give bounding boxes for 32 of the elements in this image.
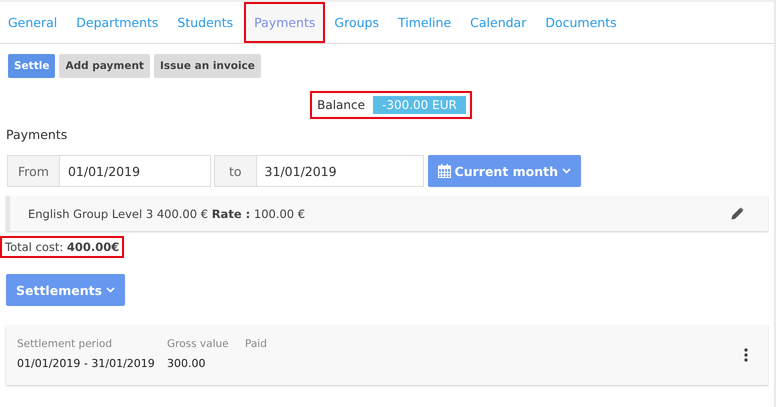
more-options-icon[interactable] [744, 348, 748, 362]
period-button[interactable]: Current month [428, 155, 582, 187]
to-date-field[interactable]: 31/01/2019 [256, 155, 424, 187]
chevron-icon [562, 168, 572, 174]
period-label: Settlement period [17, 338, 113, 350]
action-button[interactable]: Settle [8, 54, 56, 78]
chevron-icon [106, 287, 116, 293]
gross-value-label: Gross value [167, 338, 230, 350]
section-title: Payments [6, 127, 68, 142]
pencil-icon[interactable] [731, 207, 744, 220]
from-label: From [7, 155, 60, 187]
period-value: 01/01/2019 - 31/01/2019 [17, 357, 156, 370]
payment-item-text: English Group Level 3 400.00 € Rate : 100.00 € [28, 206, 306, 220]
tab[interactable]: Groups [326, 2, 389, 43]
tab[interactable]: Calendar [462, 2, 536, 43]
balance-value: -300.00 EUR [373, 96, 466, 114]
settlements-dropdown-button[interactable]: Settlements [6, 274, 126, 306]
tab[interactable]: Payments [244, 2, 326, 43]
balance-label: Balance [317, 98, 365, 112]
action-button[interactable]: Issue an invoice [154, 54, 261, 78]
to-label: to [214, 155, 257, 187]
calendar-icon [438, 164, 451, 178]
tab[interactable]: Documents [537, 2, 627, 43]
tab[interactable]: Students [169, 2, 244, 43]
total-cost-text: Total cost: 400.00€ [0, 236, 124, 258]
gross-value: 300.00 [167, 357, 206, 370]
tab[interactable]: Timeline [390, 2, 462, 43]
tab[interactable]: General [0, 2, 68, 43]
paid-label: Paid [245, 338, 267, 350]
action-button[interactable]: Add payment [59, 54, 150, 78]
from-date-field[interactable]: 01/01/2019 [60, 155, 211, 187]
tab[interactable]: Departments [68, 2, 168, 43]
